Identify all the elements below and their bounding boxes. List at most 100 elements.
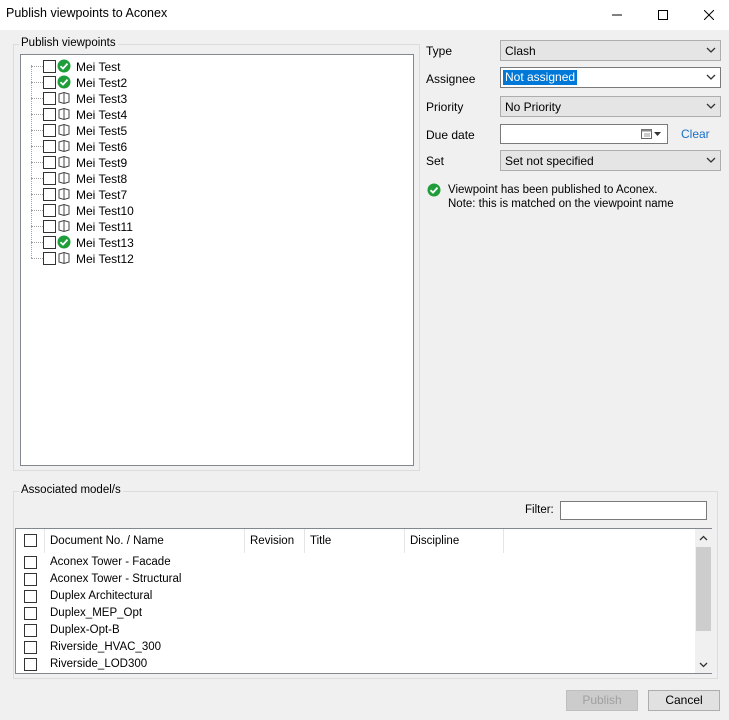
tree-connector	[31, 226, 43, 227]
viewpoint-item[interactable]: Mei Test5	[21, 122, 413, 138]
viewpoint-label: Mei Test11	[76, 220, 133, 234]
set-value: Set not specified	[505, 154, 594, 168]
table-row[interactable]: Riverside_LOD300	[16, 656, 695, 673]
viewpoint-icon	[58, 123, 70, 137]
model-checkbox[interactable]	[24, 641, 37, 654]
viewpoint-item[interactable]: Mei Test2	[21, 74, 413, 90]
viewpoint-item[interactable]: Mei Test3	[21, 90, 413, 106]
calendar-icon[interactable]	[641, 128, 663, 140]
viewpoint-checkbox[interactable]	[43, 140, 56, 153]
select-all-checkbox[interactable]	[24, 534, 37, 547]
scrollbar-thumb[interactable]	[696, 547, 711, 631]
due-date-field[interactable]	[500, 124, 668, 144]
model-checkbox[interactable]	[24, 658, 37, 671]
column-header-discipline[interactable]: Discipline	[410, 535, 459, 547]
viewpoint-item[interactable]: Mei Test	[21, 58, 413, 74]
viewpoint-item[interactable]: Mei Test7	[21, 186, 413, 202]
filter-input[interactable]	[560, 501, 707, 520]
viewpoint-icon	[58, 155, 70, 169]
viewpoint-checkbox[interactable]	[43, 76, 56, 89]
viewpoint-checkbox[interactable]	[43, 204, 56, 217]
tree-connector	[31, 82, 43, 83]
viewpoint-item[interactable]: Mei Test9	[21, 154, 413, 170]
viewpoint-label: Mei Test5	[76, 124, 128, 138]
table-row[interactable]: Aconex Tower - Structural	[16, 571, 695, 588]
table-row[interactable]: Duplex-Opt-B	[16, 622, 695, 639]
viewpoint-checkbox[interactable]	[43, 220, 56, 233]
table-row[interactable]: Duplex Architectural	[16, 588, 695, 605]
due-date-label: Due date	[426, 128, 475, 142]
viewpoint-checkbox[interactable]	[43, 108, 56, 121]
column-separator	[404, 529, 405, 553]
tree-connector	[31, 194, 43, 195]
viewpoint-checkbox[interactable]	[43, 236, 56, 249]
title-bar: Publish viewpoints to Aconex	[0, 0, 729, 30]
model-checkbox[interactable]	[24, 607, 37, 620]
maximize-button[interactable]	[640, 0, 686, 30]
viewpoint-checkbox[interactable]	[43, 60, 56, 73]
filter-label: Filter:	[525, 504, 554, 516]
viewpoint-icon	[58, 219, 70, 233]
model-checkbox[interactable]	[24, 573, 37, 586]
viewpoint-item[interactable]: Mei Test4	[21, 106, 413, 122]
scroll-up-button[interactable]	[695, 529, 712, 546]
viewpoint-checkbox[interactable]	[43, 252, 56, 265]
viewpoint-label: Mei Test3	[76, 92, 128, 106]
table-row[interactable]: Riverside_HVAC_300	[16, 639, 695, 656]
model-name: Duplex Architectural	[50, 590, 153, 602]
model-checkbox[interactable]	[24, 556, 37, 569]
close-button[interactable]	[686, 0, 729, 30]
grid-header: Document No. / Name Revision Title Disci…	[16, 529, 695, 553]
cancel-button[interactable]: Cancel	[648, 690, 720, 711]
column-header-title[interactable]: Title	[310, 535, 331, 547]
assignee-dropdown[interactable]: Not assigned	[500, 67, 721, 88]
viewpoint-checkbox[interactable]	[43, 124, 56, 137]
scroll-down-button[interactable]	[695, 656, 712, 673]
tree-connector	[31, 178, 43, 179]
vertical-scrollbar[interactable]	[695, 529, 712, 673]
viewpoint-icon	[58, 171, 70, 185]
column-header-revision[interactable]: Revision	[250, 535, 294, 547]
minimize-icon	[612, 14, 622, 16]
viewpoint-item[interactable]: Mei Test11	[21, 218, 413, 234]
model-checkbox[interactable]	[24, 590, 37, 603]
minimize-button[interactable]	[594, 0, 640, 30]
viewpoint-icon	[58, 107, 70, 121]
clear-date-link[interactable]: Clear	[681, 127, 710, 141]
priority-dropdown[interactable]: No Priority	[500, 96, 721, 117]
viewpoint-label: Mei Test6	[76, 140, 128, 154]
type-dropdown[interactable]: Clash	[500, 40, 721, 61]
chevron-down-icon	[706, 47, 716, 53]
models-grid[interactable]: Document No. / Name Revision Title Disci…	[15, 528, 712, 674]
viewpoint-item[interactable]: Mei Test12	[21, 250, 413, 266]
viewpoint-item[interactable]: Mei Test13	[21, 234, 413, 250]
viewpoints-tree[interactable]: Mei Test Mei Test2 Mei Test3 Mei Test4 Mei T…	[20, 54, 414, 466]
tree-connector	[31, 242, 43, 243]
viewpoint-checkbox[interactable]	[43, 172, 56, 185]
table-row[interactable]: Aconex Tower - Facade	[16, 554, 695, 571]
info-line-2: Note: this is matched on the viewpoint n…	[448, 198, 674, 210]
viewpoint-item[interactable]: Mei Test10	[21, 202, 413, 218]
publish-button[interactable]: Publish	[566, 690, 638, 711]
table-row[interactable]: Duplex_MEP_Opt	[16, 605, 695, 622]
viewpoint-icon	[58, 203, 70, 217]
tree-connector	[31, 66, 43, 67]
viewpoint-checkbox[interactable]	[43, 156, 56, 169]
tree-connector	[31, 210, 43, 211]
model-checkbox[interactable]	[24, 624, 37, 637]
viewpoint-item[interactable]: Mei Test6	[21, 138, 413, 154]
model-name: Riverside_HVAC_300	[50, 641, 162, 653]
viewpoint-item[interactable]: Mei Test8	[21, 170, 413, 186]
assignee-label: Assignee	[426, 72, 476, 86]
viewpoint-checkbox[interactable]	[43, 188, 56, 201]
close-icon	[704, 10, 714, 20]
type-label: Type	[426, 44, 453, 58]
published-check-icon	[57, 75, 71, 89]
column-separator	[503, 529, 504, 553]
viewpoint-checkbox[interactable]	[43, 92, 56, 105]
column-header-name[interactable]: Document No. / Name	[50, 535, 164, 547]
viewpoint-label: Mei Test7	[76, 188, 128, 202]
chevron-down-icon	[706, 157, 716, 163]
model-name: Duplex_MEP_Opt	[50, 607, 143, 619]
set-dropdown[interactable]: Set not specified	[500, 150, 721, 171]
